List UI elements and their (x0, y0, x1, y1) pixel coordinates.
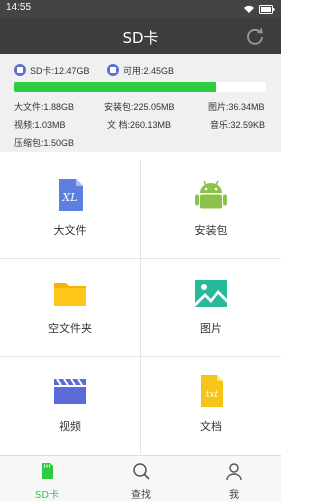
document-icon: txt (201, 375, 223, 407)
svg-text:XL: XL (61, 191, 77, 204)
large-file-icon: XL (59, 179, 83, 211)
category-large-files[interactable]: XL 大文件 (0, 160, 140, 258)
tab-search[interactable]: 查找 (94, 456, 188, 501)
status-bar: 14:55 (0, 0, 281, 18)
category-empty-folders[interactable]: 空文件夹 (0, 258, 140, 356)
stat-packages: 安装包:225.05MB (104, 102, 175, 112)
tab-label: 查找 (131, 490, 151, 501)
page-title: SD卡 (122, 29, 159, 47)
tab-sd-card[interactable]: SD卡 (0, 456, 94, 501)
battery-icon (259, 4, 275, 14)
svg-text:txt: txt (206, 390, 219, 400)
category-documents[interactable]: txt 文档 (141, 356, 281, 454)
person-icon (226, 463, 242, 481)
stat-documents: 文 档:260.13MB (107, 120, 172, 130)
tab-label: 我 (229, 490, 239, 501)
tab-label: SD卡 (34, 490, 60, 501)
category-label: 图片 (200, 322, 222, 335)
usage-bar (14, 82, 266, 92)
stat-music: 音乐:32.59KB (210, 120, 266, 130)
grid-divider (140, 160, 141, 454)
grid-divider (0, 258, 281, 259)
usage-bar-fill (14, 82, 216, 92)
category-packages[interactable]: 安装包 (141, 160, 281, 258)
storage-summary: SD卡:12.47GB 可用:2.45GB 大文件:1.88GB 安装包:225… (0, 54, 281, 152)
category-images[interactable]: 图片 (141, 258, 281, 356)
sd-card-icon (42, 463, 53, 479)
available-chip: 可用:2.45GB (107, 64, 174, 76)
wifi-icon (244, 5, 254, 13)
app-header: SD卡 (0, 18, 281, 54)
category-videos[interactable]: 视频 (0, 356, 140, 454)
stat-videos: 视频:1.03MB (14, 120, 66, 130)
total-chip: SD卡:12.47GB (14, 64, 90, 76)
folder-icon (54, 283, 86, 306)
android-icon (195, 180, 227, 209)
category-label: 安装包 (194, 224, 228, 237)
available-label: 可用:2.45GB (123, 65, 175, 76)
status-time: 14:55 (6, 2, 32, 13)
image-icon (195, 280, 227, 307)
refresh-icon[interactable] (245, 26, 265, 46)
bottom-tab-bar: SD卡 查找 我 (0, 455, 281, 501)
status-icons (243, 4, 275, 14)
tab-me[interactable]: 我 (187, 456, 281, 501)
stat-images: 图片:36.34MB (208, 102, 265, 112)
storage-icon (107, 64, 119, 76)
total-label: SD卡:12.47GB (30, 65, 90, 76)
search-icon (133, 463, 150, 480)
sd-card-icon (14, 64, 26, 76)
category-label: 空文件夹 (48, 322, 92, 335)
category-label: 文档 (200, 420, 222, 433)
grid-divider (0, 356, 281, 357)
video-icon (54, 378, 86, 404)
stat-archives: 压缩包:1.50GB (14, 138, 75, 148)
stat-large-files: 大文件:1.88GB (14, 102, 75, 112)
category-label: 大文件 (53, 224, 87, 237)
category-label: 视频 (59, 420, 81, 433)
